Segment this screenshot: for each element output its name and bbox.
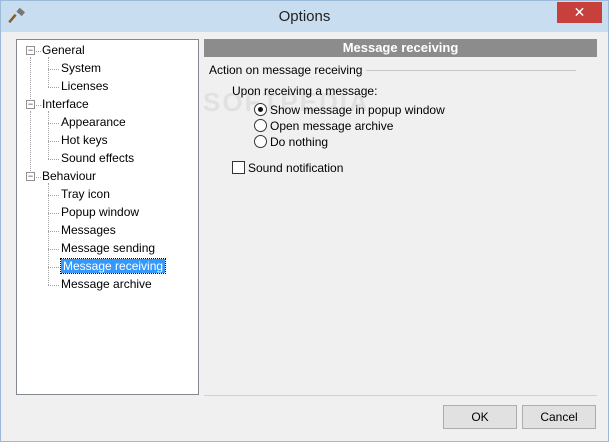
checkbox[interactable] [232, 161, 245, 174]
collapse-icon[interactable]: − [26, 172, 35, 181]
tree-item-behaviour[interactable]: − Behaviour [26, 168, 97, 185]
tree-item-label: Sound effects [61, 151, 135, 165]
radio-label: Open message archive [270, 119, 394, 133]
radio-label: Do nothing [270, 135, 329, 149]
tree-connector [48, 231, 59, 232]
tree-connector [48, 69, 59, 70]
tree-item-tray-icon[interactable]: Tray icon [48, 186, 110, 203]
tree-connector [48, 267, 59, 268]
tree-item-label: Message archive [61, 277, 152, 291]
radio-button[interactable] [254, 119, 267, 132]
panel-header: Message receiving [204, 39, 597, 57]
options-tree[interactable]: − General System Licenses − Interface Appearan… [16, 39, 199, 395]
tree-item-appearance[interactable]: Appearance [48, 114, 126, 131]
tree-item-system[interactable]: System [48, 60, 102, 77]
tree-item-popup-window[interactable]: Popup window [48, 204, 140, 221]
group-label: Action on message receiving [209, 63, 367, 77]
radio-label: Show message in popup window [270, 103, 445, 117]
tree-item-label: Tray icon [61, 187, 110, 201]
tree-item-label: Message sending [61, 241, 156, 255]
tree-connector [48, 111, 49, 159]
tree-item-interface[interactable]: − Interface [26, 96, 89, 113]
group-divider [348, 70, 576, 71]
title-bar[interactable]: Options ✕ [1, 1, 608, 32]
tree-connector [48, 195, 59, 196]
tree-connector [48, 57, 49, 87]
collapse-icon[interactable]: − [26, 100, 35, 109]
tree-item-label: Interface [42, 97, 89, 111]
tree-item-label: Message receiving [59, 258, 167, 274]
tree-item-label: System [61, 61, 102, 75]
tree-item-label: Appearance [61, 115, 126, 129]
cancel-button[interactable]: Cancel [522, 405, 596, 429]
tree-connector [30, 111, 31, 173]
tree-connector [36, 177, 41, 178]
close-button[interactable]: ✕ [557, 2, 602, 23]
tree-connector [48, 123, 59, 124]
tree-connector [36, 51, 41, 52]
checkbox-label: Sound notification [248, 161, 344, 175]
tree-connector [48, 213, 59, 214]
tree-connector [48, 285, 59, 286]
tree-connector [48, 249, 59, 250]
tree-connector [48, 159, 59, 160]
collapse-icon[interactable]: − [26, 46, 35, 55]
tree-item-message-receiving[interactable]: Message receiving [48, 258, 167, 275]
options-window: Options ✕ − General System Licenses − Interfa… [0, 0, 609, 442]
tree-item-licenses[interactable]: Licenses [48, 78, 109, 95]
button-divider [204, 395, 597, 396]
tree-connector [48, 87, 59, 88]
tree-item-message-archive[interactable]: Message archive [48, 276, 152, 293]
tree-item-sound-effects[interactable]: Sound effects [48, 150, 135, 167]
radio-button[interactable] [254, 135, 267, 148]
window-title: Options [278, 8, 331, 25]
tree-connector [36, 105, 41, 106]
tree-item-hot-keys[interactable]: Hot keys [48, 132, 108, 149]
tree-item-message-sending[interactable]: Message sending [48, 240, 156, 257]
tree-item-messages[interactable]: Messages [48, 222, 116, 239]
tree-item-label: Hot keys [61, 133, 108, 147]
tree-item-label: General [42, 43, 85, 57]
tree-connector [48, 141, 59, 142]
tree-connector [48, 183, 49, 285]
dialog-body: − General System Licenses − Interface Appearan… [8, 32, 601, 435]
tree-item-label: Behaviour [42, 169, 97, 183]
tree-connector [30, 57, 31, 101]
sub-label: Upon receiving a message: [232, 84, 378, 98]
tree-item-label: Popup window [61, 205, 140, 219]
ok-button[interactable]: OK [443, 405, 517, 429]
radio-button[interactable] [254, 103, 267, 116]
tree-item-label: Messages [61, 223, 116, 237]
tree-item-label: Licenses [61, 79, 109, 93]
